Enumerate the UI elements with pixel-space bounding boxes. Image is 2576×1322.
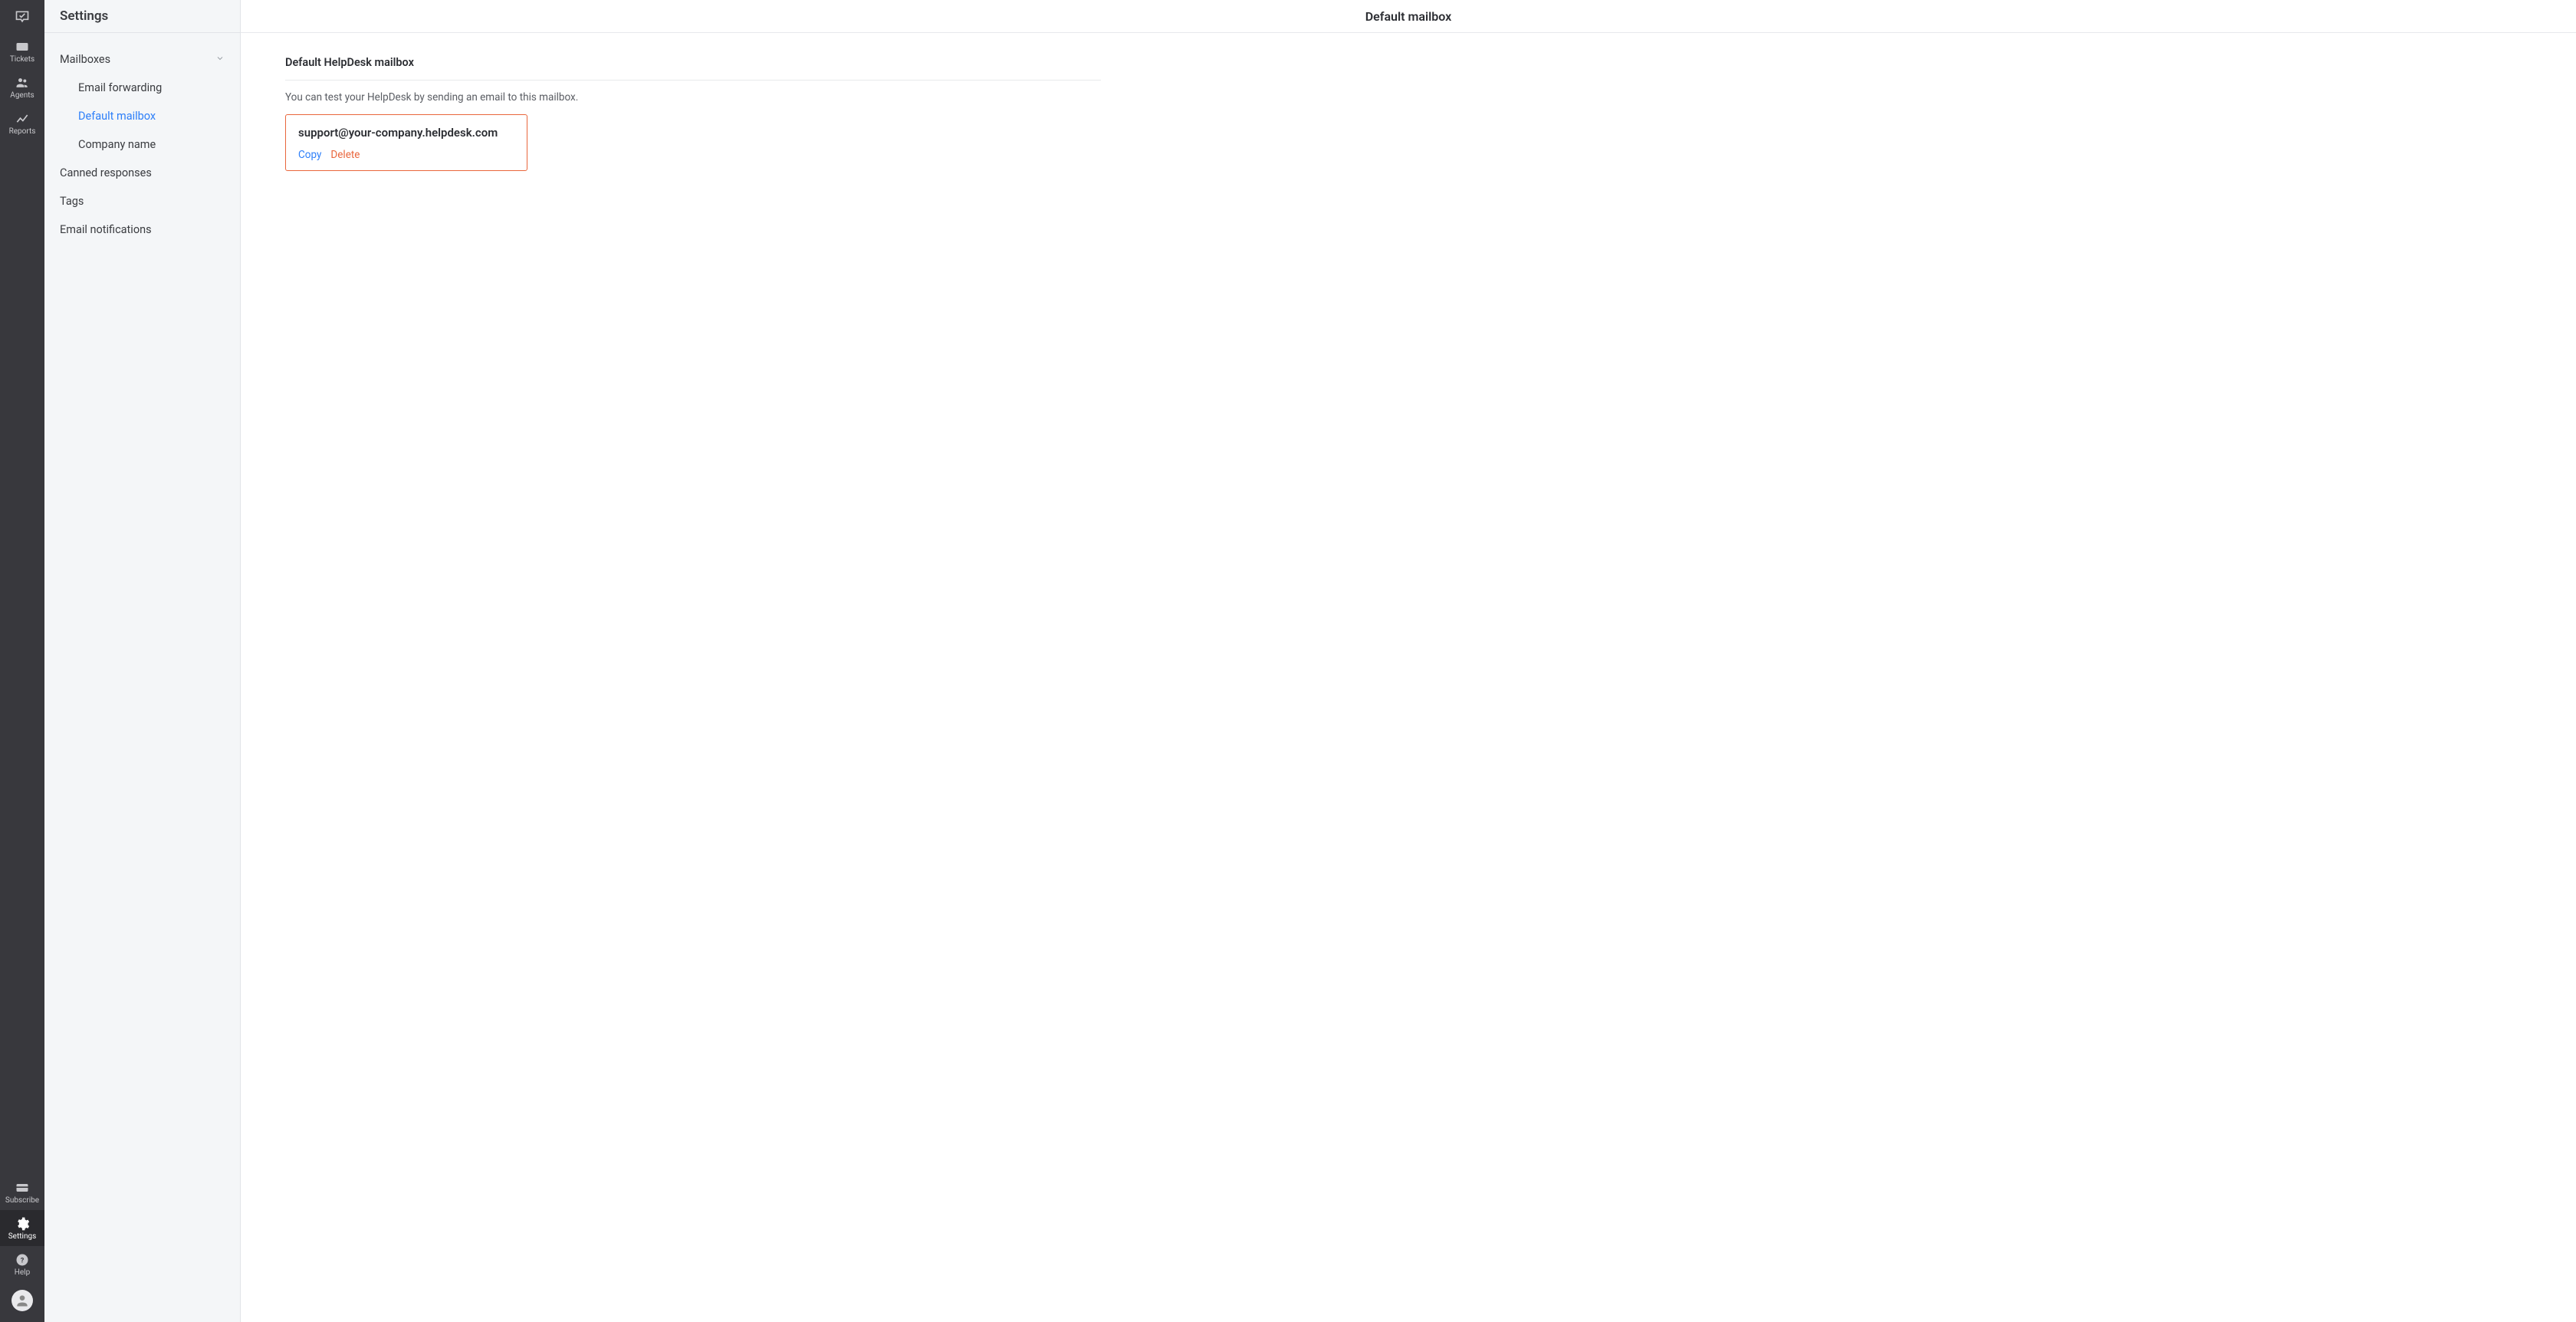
logo-check-icon <box>15 9 30 25</box>
settings-list: Mailboxes Email forwarding Default mailb… <box>44 33 240 256</box>
sidebar-group-mailboxes[interactable]: Mailboxes <box>44 45 240 74</box>
delete-button[interactable]: Delete <box>330 149 360 161</box>
app-root: Tickets Agents Reports Subscribe <box>0 0 2576 1322</box>
credit-card-icon <box>15 1180 30 1195</box>
mailbox-card: support@your-company.helpdesk.com Copy D… <box>285 114 527 171</box>
sidebar-item-tags[interactable]: Tags <box>44 187 240 215</box>
main: Default mailbox Default HelpDesk mailbox… <box>241 0 2576 1322</box>
page-title: Default mailbox <box>241 0 2576 33</box>
main-body: Default HelpDesk mailbox You can test yo… <box>241 33 1145 194</box>
app-logo[interactable] <box>0 0 44 33</box>
nav-reports-label: Reports <box>9 128 36 136</box>
svg-text:?: ? <box>21 1257 25 1264</box>
mailbox-email: support@your-company.helpdesk.com <box>298 126 514 140</box>
sidebar-item-email-forwarding[interactable]: Email forwarding <box>44 74 240 102</box>
chevron-down-icon <box>215 53 225 66</box>
sidebar-item-canned-responses[interactable]: Canned responses <box>44 159 240 187</box>
sidebar-item-company-name[interactable]: Company name <box>44 130 240 159</box>
nav-subscribe-label: Subscribe <box>5 1197 39 1205</box>
gear-icon <box>15 1216 30 1232</box>
nav-settings[interactable]: Settings <box>0 1210 44 1246</box>
nav-reports[interactable]: Reports <box>0 105 44 141</box>
user-avatar[interactable] <box>12 1290 33 1311</box>
section-title: Default HelpDesk mailbox <box>285 56 1101 81</box>
nav-settings-label: Settings <box>8 1233 37 1241</box>
sidebar-group-mailboxes-label: Mailboxes <box>60 53 110 66</box>
settings-sidebar: Settings Mailboxes Email forwarding Defa… <box>44 0 241 1322</box>
person-icon <box>15 1293 30 1308</box>
section-description: You can test your HelpDesk by sending an… <box>285 81 1101 104</box>
nav-tickets-label: Tickets <box>10 56 34 64</box>
copy-button[interactable]: Copy <box>298 149 321 161</box>
nav-subscribe[interactable]: Subscribe <box>0 1174 44 1210</box>
help-circle-icon: ? <box>15 1252 30 1268</box>
nav-help[interactable]: ? Help <box>0 1246 44 1282</box>
mailbox-actions: Copy Delete <box>298 149 514 161</box>
global-nav: Tickets Agents Reports Subscribe <box>0 0 44 1322</box>
ticket-icon <box>15 39 30 54</box>
sidebar-item-email-notifications[interactable]: Email notifications <box>44 215 240 244</box>
nav-agents-label: Agents <box>10 92 34 100</box>
nav-tickets[interactable]: Tickets <box>0 33 44 69</box>
sidebar-item-default-mailbox[interactable]: Default mailbox <box>44 102 240 130</box>
chart-line-icon <box>15 111 30 127</box>
settings-sidebar-title: Settings <box>44 0 240 33</box>
people-icon <box>15 75 30 90</box>
nav-agents[interactable]: Agents <box>0 69 44 105</box>
nav-help-label: Help <box>15 1269 30 1277</box>
